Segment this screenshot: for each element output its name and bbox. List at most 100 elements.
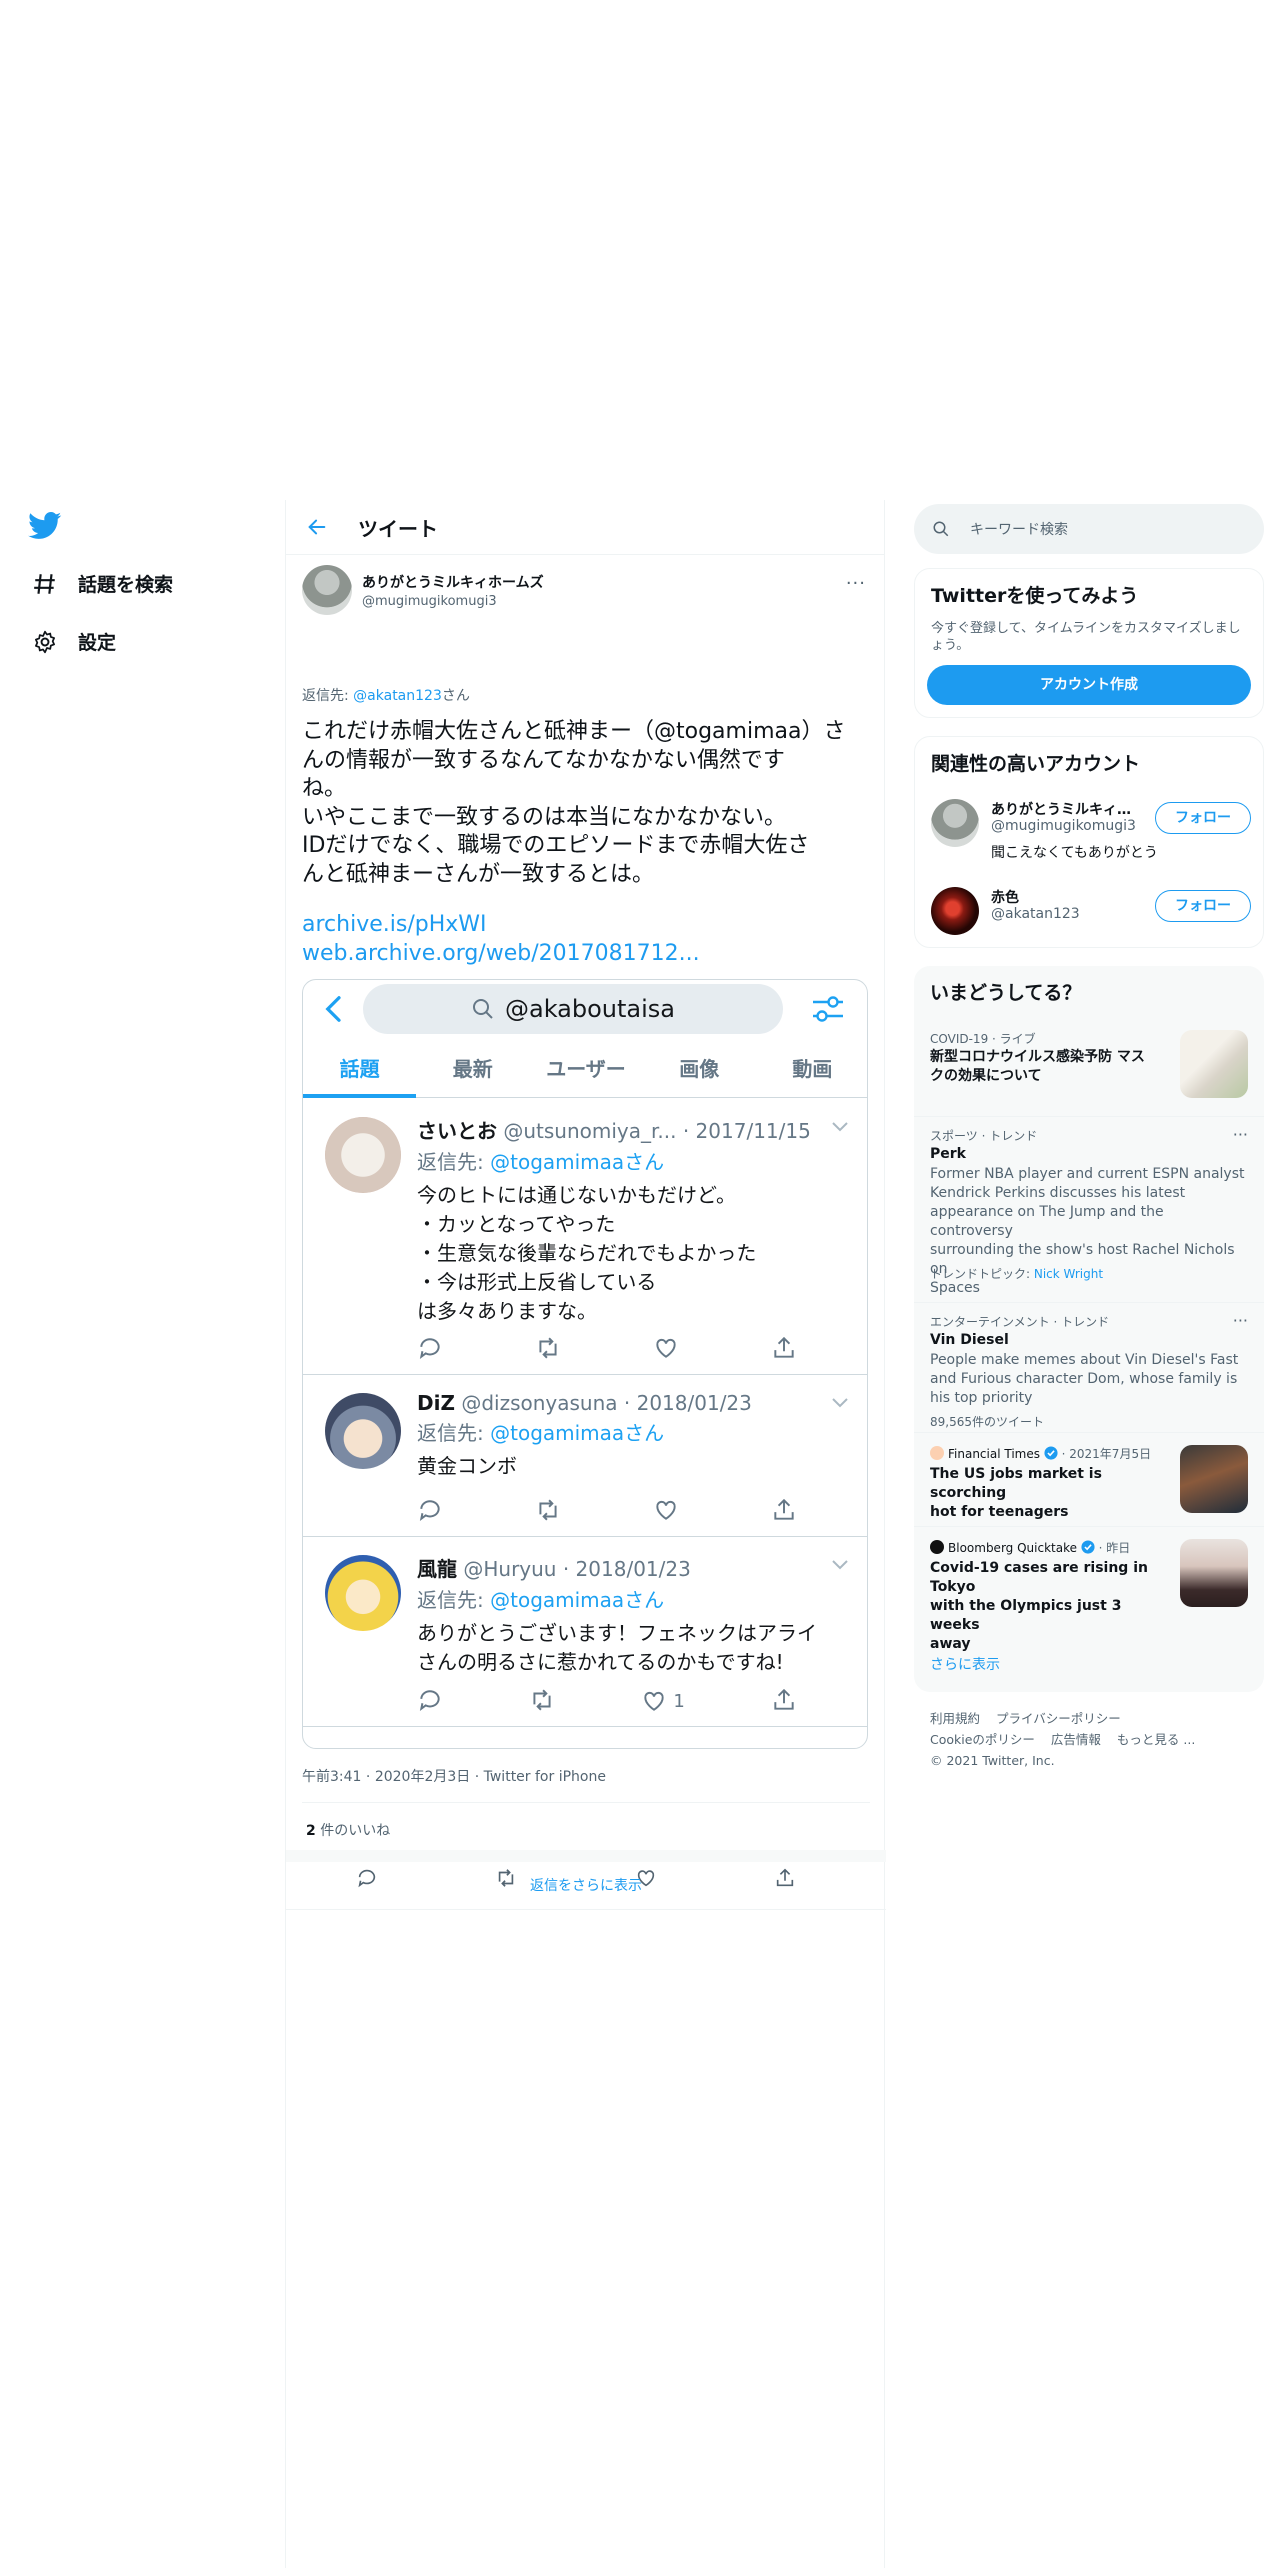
account-avatar[interactable] xyxy=(931,887,979,935)
show-more-replies-link[interactable]: 返信をさらに表示 xyxy=(286,1862,886,1910)
create-account-button[interactable]: アカウント作成 xyxy=(927,665,1251,705)
embedded-text-line: さんの明るさに惹かれてるのかもですね! xyxy=(417,1650,784,1674)
tweet-date[interactable]: 2020年2月3日 xyxy=(375,1769,470,1785)
page-title: ツイート xyxy=(358,516,438,541)
author-name[interactable]: ありがとうミルキィホームズ xyxy=(362,572,544,592)
nav-settings[interactable]: 設定 xyxy=(32,628,116,655)
tweet-image[interactable]: @akaboutaisa 話題 最新 ユーザー 画像 動画 さいとお @utsu… xyxy=(302,979,868,1749)
trend-item[interactable]: エンターテインメント · トレンド ··· Vin Diesel People … xyxy=(914,1302,1264,1432)
follow-button[interactable]: フォロー xyxy=(1155,802,1251,834)
embedded-tabs: 話題 最新 ユーザー 画像 動画 xyxy=(303,1040,867,1098)
search-placeholder: キーワード検索 xyxy=(970,522,1068,538)
embedded-reply-to: @togamimaaさん xyxy=(490,1421,665,1445)
trends-card: いまどうしてる？ COVID-19 · ライブ 新型コロナウイルス感染予防 マス… xyxy=(914,966,1264,1692)
reply-to-line: 返信先: @akatan123さん xyxy=(302,685,470,705)
author-handle[interactable]: @mugimugikomugi3 xyxy=(362,594,544,609)
more-options-icon[interactable]: ··· xyxy=(1233,1125,1248,1144)
search-icon xyxy=(933,521,949,537)
news-title-line: The US jobs market is scorching xyxy=(930,1466,1102,1501)
trends-title: いまどうしてる？ xyxy=(930,982,1082,1004)
likes-summary[interactable]: 2 件のいいね xyxy=(306,1820,390,1840)
nav-explore[interactable]: 話題を検索 xyxy=(32,570,173,597)
embedded-name: DiZ xyxy=(417,1391,455,1415)
footer-link[interactable]: もっと見る ... xyxy=(1117,1732,1195,1747)
signup-description: 今すぐ登録して、タイムラインをカスタマイズしましょう。 xyxy=(931,621,1241,653)
embedded-handle: @Huryuu xyxy=(463,1557,557,1581)
tweet-link[interactable]: archive.is/pHxWI xyxy=(302,911,700,940)
news-source-name: Bloomberg Quicktake xyxy=(948,1541,1077,1555)
embedded-like: 1 xyxy=(641,1687,685,1715)
column-header: ツイート xyxy=(286,500,884,555)
search-input[interactable]: キーワード検索 xyxy=(914,504,1264,554)
news-source-name: Financial Times xyxy=(948,1447,1040,1461)
show-more-trends-link[interactable]: さらに表示 xyxy=(930,1654,1000,1674)
reply-suffix: さん xyxy=(441,688,470,704)
embedded-actions xyxy=(417,1497,797,1525)
back-arrow-icon[interactable] xyxy=(306,516,328,538)
embedded-text-line: ありがとうございます！フェネックはアライ xyxy=(417,1621,817,1645)
account-avatar[interactable] xyxy=(931,799,979,847)
trend-desc-line: his top priority xyxy=(930,1390,1033,1406)
embedded-date: · 2018/01/23 xyxy=(562,1557,691,1581)
footer-link[interactable]: プライバシーポリシー xyxy=(996,1711,1121,1726)
account-handle: @mugimugikomugi3 xyxy=(991,818,1136,834)
trend-item[interactable]: COVID-19 · ライブ 新型コロナウイルス感染予防 マス クの効果について xyxy=(914,1018,1264,1116)
trend-topic-link[interactable]: Nick Wright xyxy=(1034,1267,1103,1281)
embedded-tab: 画像 xyxy=(679,1057,720,1081)
trend-thumbnail xyxy=(1180,1030,1248,1098)
heart-icon xyxy=(656,1500,676,1520)
news-source: Financial Times · 2021年7月5日 xyxy=(930,1445,1151,1462)
reply-to-link[interactable]: @akatan123 xyxy=(353,688,442,704)
follow-button[interactable]: フォロー xyxy=(1155,890,1251,922)
tweet-text-line: んの情報が一致するなんてなかなかない偶然です xyxy=(302,747,785,773)
embedded-reply-to: @togamimaaさん xyxy=(490,1588,665,1612)
more-options-icon[interactable]: ··· xyxy=(846,573,866,594)
tweet-time[interactable]: 午前3:41 xyxy=(302,1769,361,1785)
tweet-text: これだけ赤帽大佐さんと砥神まー（@togamimaa）さ んの情報が一致するなん… xyxy=(302,718,862,889)
footer-links: 利用規約 プライバシーポリシー Cookieのポリシー 広告情報 もっと見る .… xyxy=(930,1708,1207,1771)
suggested-account[interactable]: 赤色 @akatan123 フォロー xyxy=(915,875,1263,945)
embedded-tweet: DiZ @dizsonyasuna · 2018/01/23 返信先: @tog… xyxy=(303,1375,867,1537)
embedded-reply-prefix: 返信先: xyxy=(417,1588,491,1612)
news-item[interactable]: Financial Times · 2021年7月5日 The US jobs … xyxy=(914,1432,1264,1526)
more-options-icon[interactable]: ··· xyxy=(1233,1311,1248,1330)
heart-icon xyxy=(656,1338,676,1358)
tweet-link[interactable]: web.archive.org/web/2017081712... xyxy=(302,940,700,969)
trend-item[interactable]: スポーツ · トレンド ··· Perk Former NBA player a… xyxy=(914,1116,1264,1302)
embedded-search-query: @akaboutaisa xyxy=(504,995,675,1023)
embedded-tweet: 風龍 @Huryuu · 2018/01/23 返信先: @togamimaaさ… xyxy=(303,1537,867,1727)
embedded-avatar xyxy=(325,1117,401,1193)
tweet-metadata: 午前3:41 · 2020年2月3日 · Twitter for iPhone xyxy=(302,1769,606,1785)
tweet-detail-column: ツイート ありがとうミルキィホームズ @mugimugikomugi3 ··· … xyxy=(285,500,886,2568)
news-time: · 2021年7月5日 xyxy=(1061,1447,1152,1461)
tweet-client[interactable]: Twitter for iPhone xyxy=(484,1769,606,1785)
embedded-name: 風龍 xyxy=(417,1557,457,1581)
reply-icon xyxy=(419,1500,440,1521)
trend-category: エンターテインメント · トレンド xyxy=(930,1315,1110,1329)
filter-sliders-icon xyxy=(813,996,843,1022)
account-name[interactable]: 赤色 xyxy=(991,887,1141,907)
embedded-tab: 話題 xyxy=(303,1040,417,1098)
embedded-text-line: ・今は形式上反省している xyxy=(417,1270,657,1294)
account-name[interactable]: ありがとうミルキィホ... xyxy=(991,799,1141,819)
footer-link[interactable]: Cookieのポリシー xyxy=(930,1732,1035,1747)
embedded-date: · 2017/11/15 xyxy=(682,1119,811,1143)
tweet-text-line: ね。 xyxy=(302,776,347,801)
suggested-account[interactable]: ありがとうミルキィホ... @mugimugikomugi3 聞こえなくてもあり… xyxy=(915,787,1263,877)
footer-link[interactable]: 広告情報 xyxy=(1051,1732,1101,1747)
author-avatar[interactable] xyxy=(302,565,352,615)
embedded-like-count: 1 xyxy=(673,1690,685,1712)
footer-link[interactable]: 利用規約 xyxy=(930,1711,980,1726)
embedded-avatar xyxy=(325,1393,401,1469)
who-to-follow-card: 関連性の高いアカウント ありがとうミルキィホ... @mugimugikomug… xyxy=(914,736,1264,948)
trend-title-line: 新型コロナウイルス感染予防 マス xyxy=(930,1049,1145,1065)
verified-badge-icon xyxy=(1044,1446,1058,1460)
reply-icon xyxy=(419,1338,440,1359)
twitter-bird-icon[interactable] xyxy=(28,512,62,540)
news-title-line: away xyxy=(930,1636,971,1652)
tweet-author[interactable]: ありがとうミルキィホームズ @mugimugikomugi3 xyxy=(302,565,544,615)
trend-desc-line: Former NBA player and current ESPN analy… xyxy=(930,1166,1245,1182)
trend-title: Perk xyxy=(930,1146,966,1162)
news-item[interactable]: Bloomberg Quicktake · 昨日 Covid-19 cases … xyxy=(914,1526,1264,1652)
hashtag-icon xyxy=(34,573,55,594)
